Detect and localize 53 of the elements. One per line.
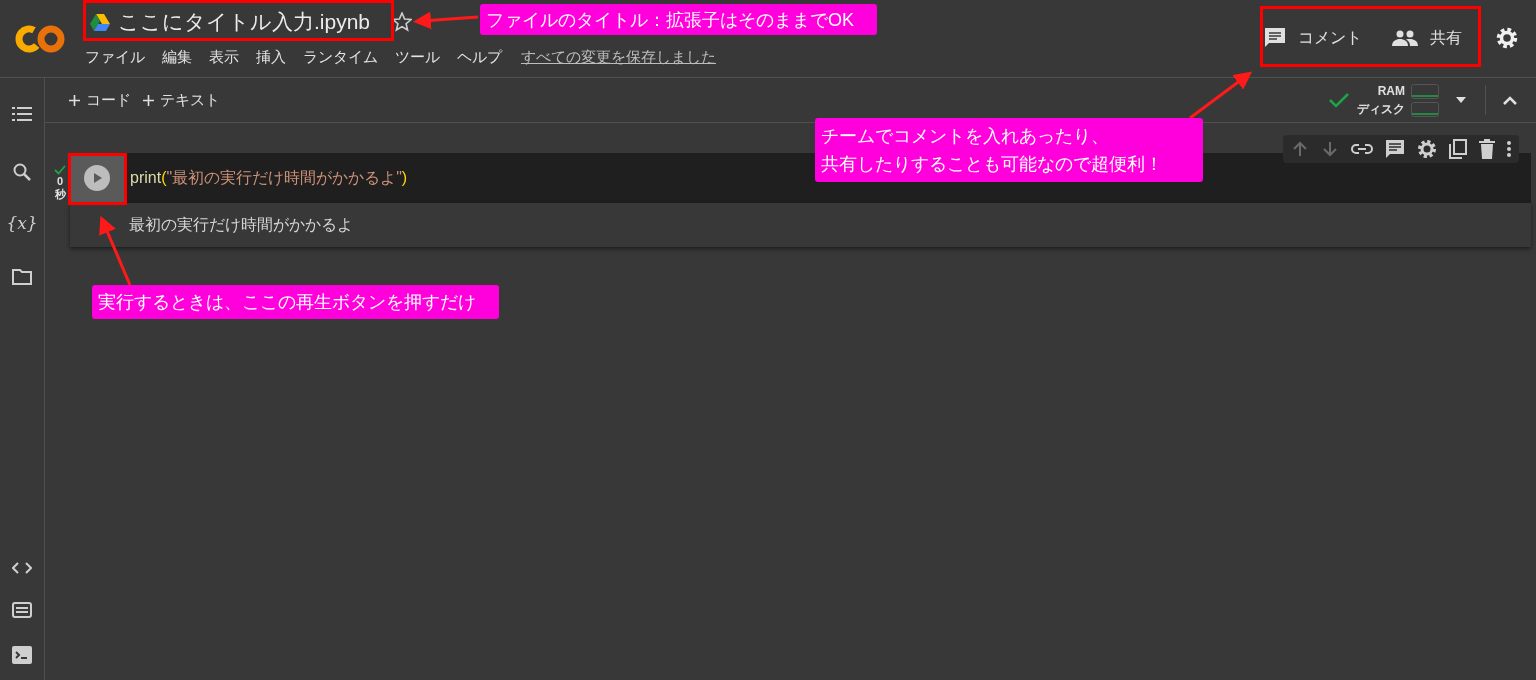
comment-button[interactable]: コメント [1264,26,1362,50]
drive-icon [90,13,110,31]
callout-text: 実行するときは、ここの再生ボタンを押すだけ [98,291,476,314]
highlight-frame [68,153,127,205]
usage-graph-icon [1411,83,1439,99]
cell-output: 最初の実行だけ時間がかかるよ [129,215,353,235]
callout-text: チームでコメントを入れあったり、 [821,125,1109,148]
execution-time: 0 [56,175,64,188]
link-icon[interactable] [1351,143,1373,155]
mirror-cell-icon[interactable] [1449,139,1467,159]
menu-item[interactable]: ランタイム [303,46,378,69]
more-options-icon[interactable] [1507,141,1511,157]
notebook-title[interactable]: ここにタイトル入力.ipynb [118,6,371,38]
table-of-contents-icon[interactable] [12,106,32,122]
search-icon[interactable] [13,163,31,181]
dropdown-caret-icon[interactable] [1455,96,1467,104]
plus-icon [69,94,80,106]
code-line[interactable]: print("最初の実行だけ時間がかかるよ") [130,166,408,190]
terminal-icon[interactable] [12,646,32,664]
comment-icon[interactable] [1385,139,1405,159]
delete-icon[interactable] [1479,139,1495,159]
form-icon[interactable] [12,602,32,618]
variables-icon[interactable]: {x} [6,211,38,237]
add-cell-button[interactable]: テキスト [141,88,222,112]
resource-label: RAM [1377,83,1405,100]
play-icon [84,165,110,191]
callout-text: 共有したりすることも可能なので超便利！ [821,153,1163,176]
menu-item[interactable]: ツール [395,46,440,69]
comment-icon [1264,27,1286,49]
menu-item[interactable]: 挿入 [256,46,286,69]
settings-icon[interactable] [1417,139,1437,159]
save-status-link[interactable]: すべての変更を保存しました [521,46,716,69]
plus-icon [143,94,154,106]
move-down-icon[interactable] [1321,140,1339,158]
share-button[interactable]: 共有 [1392,26,1462,50]
folder-icon[interactable] [12,268,32,285]
add-cell-button[interactable]: コード [67,88,133,112]
arrow [413,11,479,30]
code-icon[interactable] [12,561,32,575]
people-icon [1392,30,1418,46]
arrow [1189,71,1253,120]
usage-graph-icon [1411,101,1439,117]
resource-label: ディスク [1357,101,1405,118]
collapse-icon[interactable] [1502,95,1518,105]
star-icon[interactable] [392,12,413,32]
callout-text: ファイルのタイトル：拡張子はそのままでOK [486,8,854,32]
menu-item[interactable]: ファイル [85,46,145,69]
menu-item[interactable]: 編集 [162,46,192,69]
logo-icon[interactable] [14,24,66,54]
menu-item[interactable]: ヘルプ [457,46,502,69]
move-up-icon[interactable] [1291,140,1309,158]
menu-item[interactable]: 表示 [209,46,239,69]
time-unit: 秒 [54,188,66,201]
